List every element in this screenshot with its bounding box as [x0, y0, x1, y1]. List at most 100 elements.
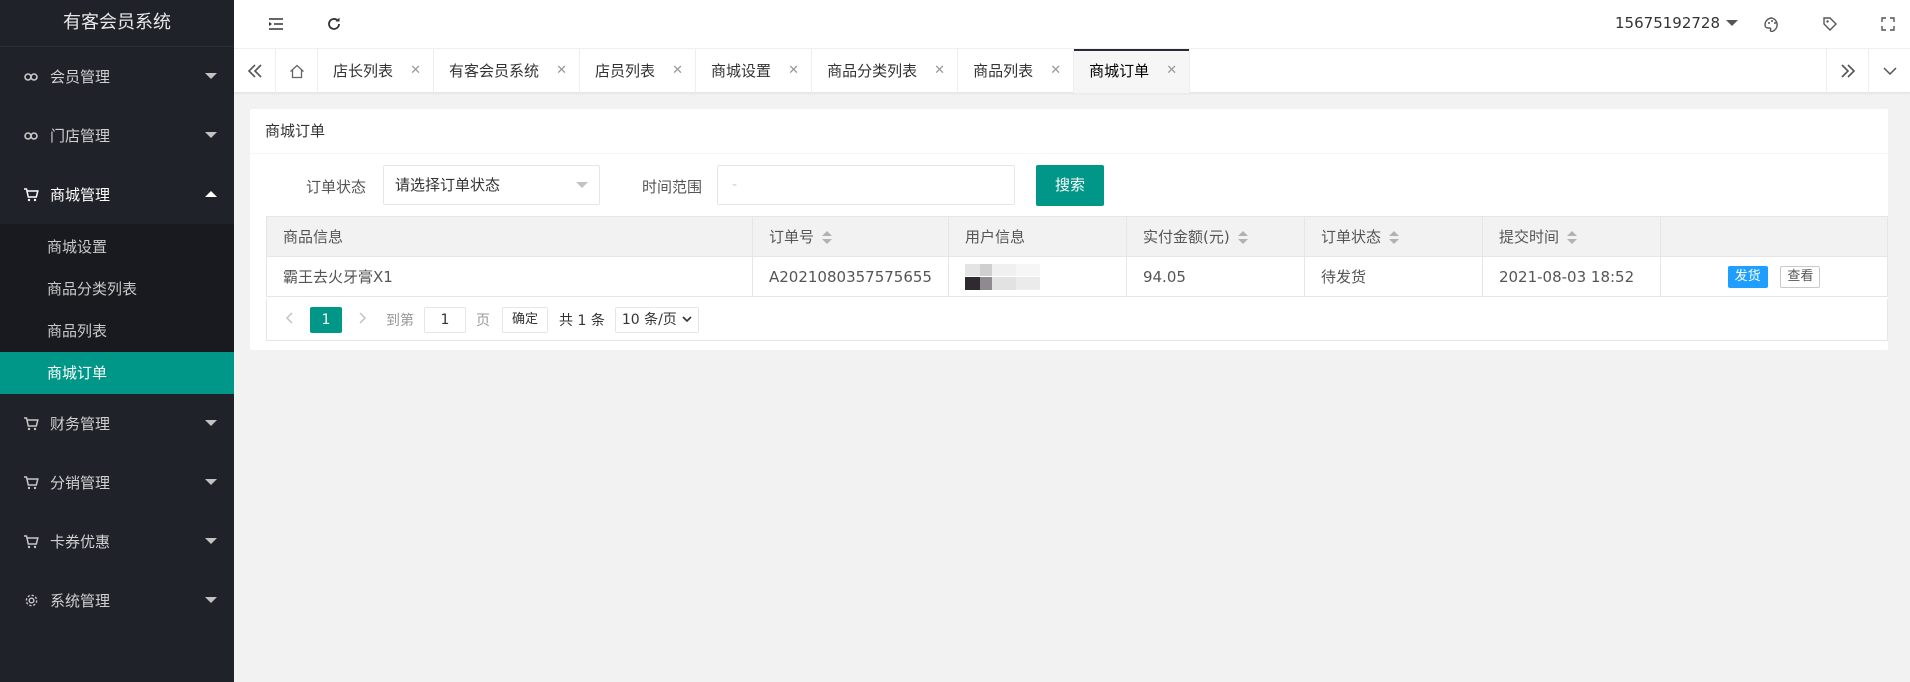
close-icon[interactable]: ✕ [556, 49, 567, 93]
close-icon[interactable]: ✕ [1050, 49, 1061, 93]
tabs-scroll-right-icon[interactable] [1826, 49, 1868, 93]
user-avatar-blurred [964, 262, 1040, 292]
tab-label: 商品列表 [973, 62, 1034, 80]
sidebar-item-mall[interactable]: 商城管理 [0, 165, 234, 224]
top-header: 15675192728 [234, 0, 1910, 49]
goto-label: 到第 [386, 312, 414, 329]
column-header-order-no[interactable]: 订单号 [752, 216, 949, 257]
sort-icon[interactable] [822, 230, 833, 245]
view-button[interactable]: 查看 [1780, 265, 1821, 288]
tab-mall-settings[interactable]: 商城设置 ✕ [696, 49, 813, 93]
sidebar-submenu-mall: 商城设置 商品分类列表 商品列表 商城订单 [0, 224, 234, 394]
page-unit-label: 页 [476, 312, 490, 329]
cell-actions: 发货 查看 [1659, 256, 1889, 297]
tab-label: 店长列表 [333, 62, 394, 80]
tab-list: 店长列表 ✕ 有客会员系统 ✕ 店员列表 ✕ 商城设置 ✕ 商品分类列表 ✕ 商品列表 ✕ … [318, 49, 1191, 93]
sidebar-subitem-mall-settings[interactable]: 商城设置 [0, 226, 234, 268]
column-header-time[interactable]: 提交时间 [1481, 216, 1661, 257]
tab-store-manager-list[interactable]: 店长列表 ✕ [318, 49, 435, 93]
tab-category-list[interactable]: 商品分类列表 ✕ [812, 49, 959, 93]
cell-amount: 94.05 [1125, 256, 1305, 297]
cell-user [947, 256, 1127, 297]
sidebar-item-finance[interactable]: 财务管理 [0, 394, 234, 453]
menu-fold-icon[interactable] [264, 12, 288, 36]
fullscreen-icon[interactable] [1876, 12, 1900, 36]
column-header-amount[interactable]: 实付金额(元) [1125, 216, 1305, 257]
table-row: 霸王去火牙膏X1 A2021080357575655 94.05 待发货 202… [266, 256, 1889, 297]
cell-product: 霸王去火牙膏X1 [266, 256, 753, 297]
time-range-input[interactable]: - [717, 165, 1015, 205]
tag-icon[interactable] [1818, 12, 1842, 36]
search-button[interactable]: 搜索 [1036, 165, 1104, 206]
chevron-down-icon [205, 132, 217, 138]
header-label: 订单号 [769, 228, 815, 246]
sidebar-item-coupons[interactable]: 卡券优惠 [0, 512, 234, 571]
time-range-placeholder: - [732, 177, 738, 193]
cart-icon [22, 534, 40, 550]
current-page[interactable]: 1 [310, 306, 342, 333]
sidebar: 有客会员系统 会员管理 门店管理 商城管理 商城设置 商品分类列表 商品列表 商… [0, 0, 234, 682]
tabs-scroll-left-icon[interactable] [234, 49, 276, 93]
chevron-down-icon [205, 420, 217, 426]
cart-icon [22, 187, 40, 203]
page-size-select[interactable]: 10 条/页 [614, 306, 699, 333]
orders-card: 商城订单 订单状态 请选择订单状态 时间范围 - 搜索 商品信息 订单号 用户信… [250, 109, 1889, 350]
link-icon [22, 128, 40, 144]
sidebar-item-distribution[interactable]: 分销管理 [0, 453, 234, 512]
table-header-row: 商品信息 订单号 用户信息 实付金额(元) 订单状态 提交时间 [266, 216, 1889, 257]
tab-label: 店员列表 [595, 62, 656, 80]
header-label: 提交时间 [1498, 228, 1559, 246]
sort-icon[interactable] [1566, 230, 1577, 245]
tab-staff-list[interactable]: 店员列表 ✕ [580, 49, 697, 93]
time-range-label: 时间范围 [642, 178, 703, 196]
sidebar-item-label: 分销管理 [50, 474, 111, 492]
user-menu[interactable]: 15675192728 [1615, 14, 1738, 32]
tab-system-home[interactable]: 有客会员系统 ✕ [434, 49, 581, 93]
goto-page-input[interactable]: 1 [424, 306, 466, 333]
tab-product-list[interactable]: 商品列表 ✕ [958, 49, 1075, 93]
order-status-placeholder: 请选择订单状态 [395, 176, 501, 194]
sidebar-item-label: 财务管理 [50, 415, 111, 433]
sidebar-subitem-product-list[interactable]: 商品列表 [0, 310, 234, 352]
sidebar-subitem-category-list[interactable]: 商品分类列表 [0, 268, 234, 310]
next-page-icon[interactable] [354, 311, 372, 328]
goto-confirm-button[interactable]: 确定 [502, 306, 549, 333]
home-icon[interactable] [276, 49, 318, 93]
orders-table: 商品信息 订单号 用户信息 实付金额(元) 订单状态 提交时间 霸王去火牙膏X1… [266, 216, 1889, 297]
chevron-down-icon [682, 316, 692, 323]
tab-label: 商品分类列表 [827, 62, 918, 80]
sidebar-item-label: 系统管理 [50, 592, 111, 610]
chevron-down-icon[interactable] [1868, 49, 1910, 93]
tab-label: 商城设置 [711, 62, 772, 80]
sidebar-subitem-mall-orders[interactable]: 商城订单 [0, 352, 234, 394]
order-status-label: 订单状态 [306, 178, 367, 196]
close-icon[interactable]: ✕ [1166, 49, 1177, 93]
sidebar-item-stores[interactable]: 门店管理 [0, 106, 234, 165]
link-icon [22, 69, 40, 85]
sort-icon[interactable] [1388, 230, 1399, 245]
tab-mall-orders[interactable]: 商城订单 ✕ [1074, 49, 1191, 93]
close-icon[interactable]: ✕ [410, 49, 421, 93]
column-header-status[interactable]: 订单状态 [1303, 216, 1483, 257]
tab-label: 有客会员系统 [449, 62, 540, 80]
ship-button[interactable]: 发货 [1727, 265, 1768, 288]
sort-icon[interactable] [1237, 230, 1248, 245]
refresh-icon[interactable] [322, 12, 346, 36]
cell-time: 2021-08-03 18:52 [1481, 256, 1661, 297]
pagination: 1 到第 1 页 确定 共 1 条 10 条/页 [266, 299, 1888, 341]
sidebar-item-members[interactable]: 会员管理 [0, 47, 234, 106]
sidebar-item-label: 卡券优惠 [50, 533, 111, 551]
theme-icon[interactable] [1760, 12, 1784, 36]
card-title: 商城订单 [250, 109, 1888, 154]
close-icon[interactable]: ✕ [672, 49, 683, 93]
cart-icon [22, 475, 40, 491]
cell-status: 待发货 [1303, 256, 1483, 297]
chevron-down-icon [205, 538, 217, 544]
sidebar-item-system[interactable]: 系统管理 [0, 571, 234, 630]
order-status-select[interactable]: 请选择订单状态 [383, 165, 600, 205]
header-label: 订单状态 [1320, 228, 1381, 246]
close-icon[interactable]: ✕ [934, 49, 945, 93]
close-icon[interactable]: ✕ [788, 49, 799, 93]
prev-page-icon[interactable] [280, 311, 298, 328]
chevron-down-icon [576, 182, 588, 188]
